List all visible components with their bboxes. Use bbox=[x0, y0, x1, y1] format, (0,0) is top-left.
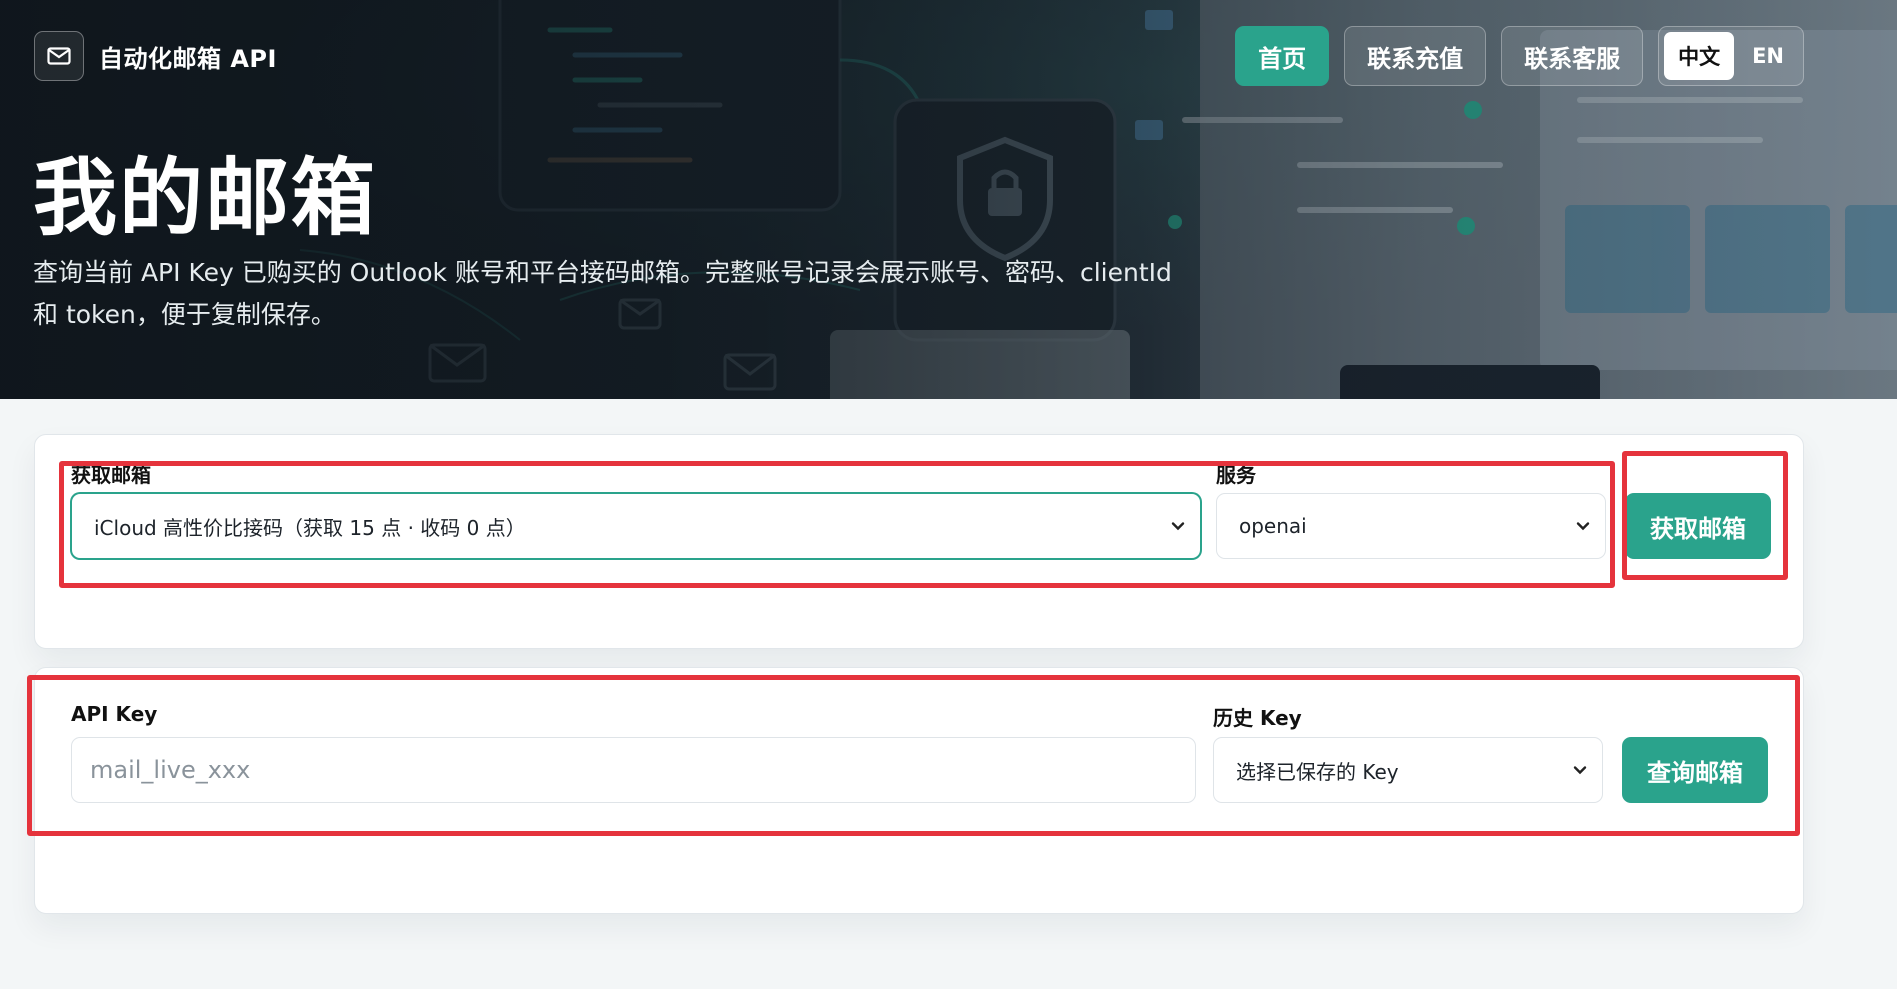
get-mailbox-button[interactable]: 获取邮箱 bbox=[1625, 493, 1771, 559]
mailbox-type-label: 获取邮箱 bbox=[71, 463, 151, 487]
mailbox-type-value: iCloud 高性价比接码（获取 15 点 · 收码 0 点） bbox=[94, 515, 526, 540]
hero-banner: 自动化邮箱 API 首页 联系充值 联系客服 中文 EN 我的邮箱 查询当前 A… bbox=[0, 0, 1897, 399]
service-select[interactable]: openai bbox=[1216, 493, 1606, 559]
service-label: 服务 bbox=[1216, 463, 1256, 487]
history-key-value: 选择已保存的 Key bbox=[1236, 759, 1399, 784]
query-mailbox-card: API Key mail_live_xxx 历史 Key 选择已保存的 Key … bbox=[34, 667, 1804, 914]
query-mailbox-button[interactable]: 查询邮箱 bbox=[1622, 737, 1768, 803]
api-key-placeholder: mail_live_xxx bbox=[90, 756, 251, 784]
history-key-select[interactable]: 选择已保存的 Key bbox=[1213, 737, 1603, 803]
api-key-input[interactable]: mail_live_xxx bbox=[71, 737, 1196, 803]
service-value: openai bbox=[1239, 514, 1307, 538]
brand[interactable]: 自动化邮箱 API bbox=[34, 31, 277, 81]
top-nav: 首页 联系充值 联系客服 中文 EN bbox=[1235, 26, 1804, 86]
nav-recharge-button[interactable]: 联系充值 bbox=[1344, 26, 1487, 86]
chevron-down-icon bbox=[1576, 522, 1590, 531]
language-switcher: 中文 EN bbox=[1658, 26, 1804, 86]
brand-name: 自动化邮箱 API bbox=[99, 44, 277, 73]
chevron-down-icon bbox=[1573, 766, 1587, 775]
page-title: 我的邮箱 bbox=[33, 149, 378, 247]
mailbox-type-select[interactable]: iCloud 高性价比接码（获取 15 点 · 收码 0 点） bbox=[71, 493, 1201, 559]
api-key-label: API Key bbox=[71, 702, 158, 726]
nav-support-button[interactable]: 联系客服 bbox=[1501, 26, 1644, 86]
history-key-label: 历史 Key bbox=[1213, 706, 1302, 730]
get-mailbox-card: 获取邮箱 iCloud 高性价比接码（获取 15 点 · 收码 0 点） 服务 … bbox=[34, 434, 1804, 649]
lang-en-option[interactable]: EN bbox=[1738, 32, 1798, 80]
mail-icon bbox=[34, 31, 84, 81]
lang-zh-option[interactable]: 中文 bbox=[1664, 32, 1735, 80]
chevron-down-icon bbox=[1171, 522, 1185, 531]
nav-home-button[interactable]: 首页 bbox=[1235, 26, 1330, 86]
page-description: 查询当前 API Key 已购买的 Outlook 账号和平台接码邮箱。完整账号… bbox=[33, 258, 1172, 329]
